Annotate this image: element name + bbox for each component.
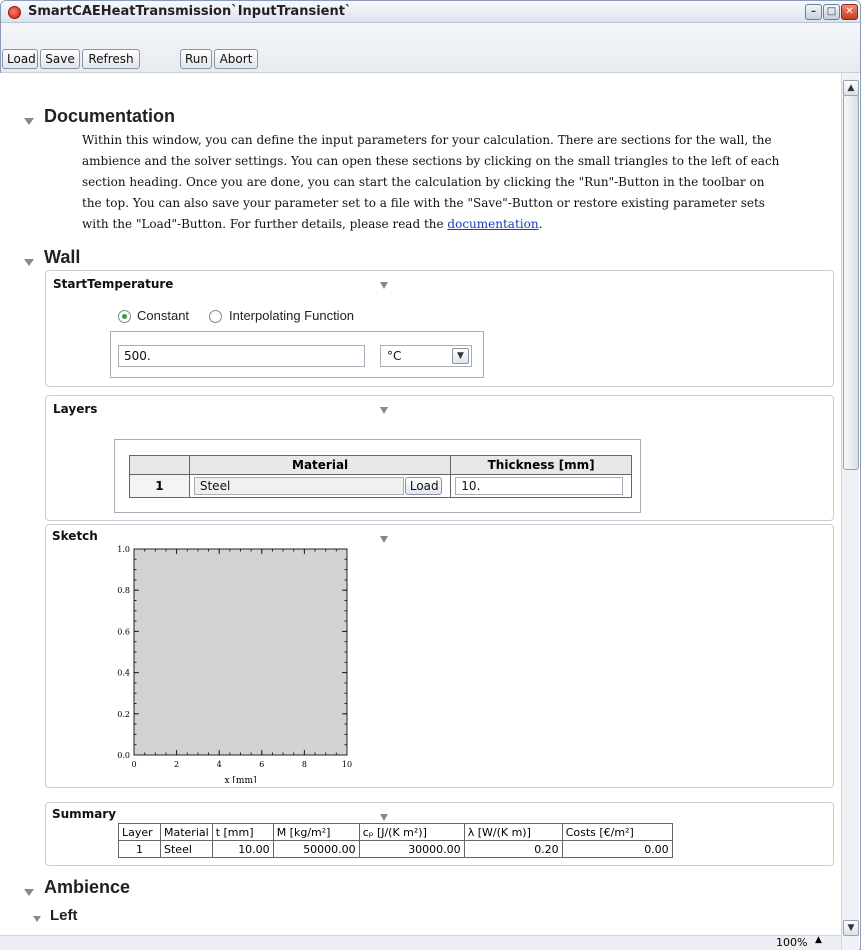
layers-header-row: Material Thickness [mm] [129, 455, 632, 475]
summary-col-layer: Layer [118, 823, 161, 841]
thickness-field[interactable]: 10. [455, 477, 624, 495]
x-tick-label: 0 [131, 760, 136, 769]
x-tick-label: 6 [259, 760, 264, 769]
layers-table-frame: Material Thickness [mm] 1 Steel Load 10. [114, 439, 641, 513]
refresh-button[interactable]: Refresh [82, 49, 140, 69]
collapse-triangle-icon[interactable] [33, 916, 41, 922]
summary-col-lambda: λ [W/(K m)] [463, 823, 563, 841]
layer-material-cell: Steel Load [188, 474, 452, 498]
y-tick-label: 1.0 [117, 545, 130, 554]
summary-panel: Summary Layer Material t [mm] M [kg/m²] … [45, 802, 834, 866]
run-button[interactable]: Run [180, 49, 212, 69]
scroll-up-button[interactable]: ▲ [843, 80, 859, 96]
radio-constant[interactable] [118, 310, 131, 323]
wall-heading: Wall [44, 247, 81, 267]
minimize-button[interactable]: – [805, 4, 822, 20]
temperature-unit-select[interactable]: °C ▼ [380, 345, 472, 367]
panel-toggle-icon[interactable] [380, 814, 388, 821]
save-button[interactable]: Save [40, 49, 80, 69]
summary-cell-costs: 0.00 [561, 840, 673, 858]
radio-interpolating-function-label: Interpolating Function [229, 308, 355, 323]
x-axis-label: x [mm] [224, 776, 256, 783]
status-bar: 100% ▲ [0, 935, 841, 950]
x-tick-label: 2 [174, 760, 179, 769]
vertical-scrollbar[interactable]: ▲ ▼ [841, 73, 859, 950]
collapse-triangle-icon[interactable] [24, 889, 34, 896]
panel-toggle-icon[interactable] [380, 407, 388, 414]
layers-thickness-header: Thickness [mm] [450, 455, 632, 475]
summary-col-mass: M [kg/m²] [272, 823, 360, 841]
panel-toggle-icon[interactable] [380, 282, 388, 289]
layers-title: Layers [53, 402, 98, 416]
summary-cell-material: Steel [160, 840, 213, 858]
x-tick-label: 10 [342, 760, 352, 769]
temperature-unit-value: °C [387, 349, 402, 363]
start-temperature-panel: StartTemperature Constant Interpolating … [45, 270, 834, 387]
summary-cell-cp: 30000.00 [358, 840, 465, 858]
layers-table: Material Thickness [mm] 1 Steel Load 10. [129, 455, 632, 498]
table-row: 1 Steel 10.00 50000.00 30000.00 0.20 0.0… [118, 840, 673, 858]
start-temperature-title: StartTemperature [53, 277, 174, 291]
layer-fill [134, 549, 347, 755]
sketch-title: Sketch [52, 529, 98, 543]
layers-index-header [129, 455, 190, 475]
zoom-level[interactable]: 100% [776, 936, 807, 949]
toolbar: Load Save Refresh Run Abort [1, 23, 860, 73]
y-tick-label: 0.2 [117, 710, 130, 719]
documentation-text: Within this window, you can define the i… [82, 130, 782, 235]
scrollbar-thumb[interactable] [843, 95, 859, 470]
zoom-menu-icon[interactable]: ▲ [815, 935, 822, 945]
documentation-link[interactable]: documentation [447, 217, 538, 231]
title-bar: SmartCAEHeatTransmission`InputTransient`… [1, 1, 860, 23]
y-tick-label: 0.6 [117, 627, 130, 636]
summary-col-costs: Costs [€/m²] [561, 823, 673, 841]
ambience-heading: Ambience [44, 877, 131, 897]
radio-interpolating-function[interactable] [209, 310, 222, 323]
layers-panel: Layers Material Thickness [mm] 1 Steel L… [45, 395, 834, 521]
sketch-panel: Sketch 0 2 4 6 8 10 0.0 0.2 0.4 0.6 0.8 1.0 x [mm] [45, 524, 834, 788]
panel-toggle-icon[interactable] [380, 536, 388, 543]
left-heading: Left [50, 907, 78, 924]
material-field[interactable]: Steel [193, 477, 404, 495]
chevron-down-icon: ▼ [452, 348, 469, 364]
summary-cell-mass: 50000.00 [272, 840, 360, 858]
summary-table: Layer Material t [mm] M [kg/m²] cₚ [J/(K… [118, 823, 673, 858]
summary-col-material: Material [160, 823, 213, 841]
summary-header-row: Layer Material t [mm] M [kg/m²] cₚ [J/(K… [118, 823, 673, 841]
summary-cell-lambda: 0.20 [463, 840, 563, 858]
y-tick-label: 0.0 [117, 751, 130, 760]
close-button[interactable]: ✕ [841, 4, 858, 20]
collapse-triangle-icon[interactable] [24, 259, 34, 266]
y-tick-label: 0.4 [117, 669, 130, 678]
notebook-content: Documentation Within this window, you ca… [0, 73, 841, 935]
x-tick-label: 4 [217, 760, 222, 769]
abort-button[interactable]: Abort [214, 49, 258, 69]
summary-cell-layer: 1 [118, 840, 161, 858]
y-tick-label: 0.8 [117, 586, 130, 595]
sketch-chart: 0 2 4 6 8 10 0.0 0.2 0.4 0.6 0.8 1.0 x [mm] [117, 545, 352, 783]
documentation-body: Within this window, you can define the i… [82, 133, 780, 231]
material-load-button[interactable]: Load [404, 477, 442, 495]
summary-cell-thickness: 10.00 [211, 840, 274, 858]
mathematica-icon [8, 6, 21, 19]
summary-col-thickness: t [mm] [211, 823, 274, 841]
collapse-triangle-icon[interactable] [24, 118, 34, 125]
layer-thickness-cell: 10. [450, 474, 632, 498]
layers-material-header: Material [188, 455, 452, 475]
maximize-button[interactable]: □ [823, 4, 840, 20]
temperature-input-group: 500. °C ▼ [110, 331, 484, 378]
load-button[interactable]: Load [2, 49, 38, 69]
x-tick-label: 8 [302, 760, 307, 769]
temperature-value-field[interactable]: 500. [118, 345, 365, 367]
documentation-heading: Documentation [44, 106, 176, 126]
scroll-down-button[interactable]: ▼ [843, 920, 859, 936]
table-row: 1 Steel Load 10. [129, 474, 632, 498]
radio-constant-label: Constant [137, 308, 190, 323]
summary-title: Summary [52, 807, 117, 821]
summary-col-cp: cₚ [J/(K m²)] [358, 823, 465, 841]
documentation-period: . [538, 217, 543, 231]
window-title: SmartCAEHeatTransmission`InputTransient` [28, 4, 352, 19]
layer-index: 1 [129, 474, 190, 498]
